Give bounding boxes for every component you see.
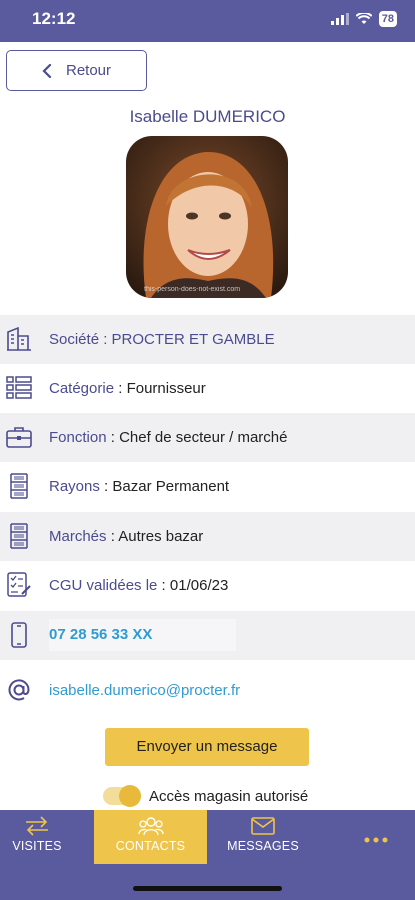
- email-row: isabelle.dumerico@procter.fr: [0, 666, 415, 715]
- phone-link[interactable]: 07 28 56 33 XX: [49, 619, 237, 651]
- shelf-icon: [10, 523, 28, 549]
- checklist-icon: [7, 572, 31, 597]
- envelope-icon: [251, 817, 275, 835]
- swap-arrows-icon: [26, 816, 48, 836]
- status-time: 12:12: [32, 9, 76, 28]
- phone-icon: [11, 622, 27, 648]
- building-icon: [7, 326, 31, 351]
- cgu-row: CGU validées le : 01/06/23: [0, 561, 415, 610]
- function-row: Fonction : Chef de secteur / marché: [0, 413, 415, 462]
- company-row: Société : PROCTER ET GAMBLE: [0, 315, 415, 364]
- phone-row: 07 28 56 33 XX: [0, 611, 415, 660]
- markets-value: Autres bazar: [118, 528, 204, 545]
- cgu-label: CGU validées le: [49, 577, 158, 594]
- markets-label: Marchés: [49, 528, 107, 545]
- shelf-icon: [10, 473, 28, 499]
- status-icons: 78: [330, 11, 397, 27]
- category-value: Fournisseur: [126, 380, 206, 397]
- company-value: PROCTER ET GAMBLE: [111, 331, 275, 348]
- tab-messages[interactable]: MESSAGES: [220, 810, 306, 864]
- battery-icon: 78: [378, 11, 397, 27]
- contact-name: Isabelle DUMERICO: [129, 107, 286, 126]
- photo-caption: this-person-does-not-exist.com: [144, 286, 241, 293]
- more-dots-icon: [364, 837, 388, 843]
- function-label: Fonction: [49, 429, 107, 446]
- chevron-left-icon: [42, 63, 52, 78]
- signal-icon: [330, 13, 349, 25]
- aisles-value: Bazar Permanent: [112, 478, 230, 495]
- briefcase-icon: [6, 427, 32, 448]
- people-icon: [137, 817, 164, 836]
- send-message-button[interactable]: Envoyer un message: [105, 728, 309, 766]
- tab-contacts[interactable]: CONTACTS: [94, 810, 207, 864]
- toggle-knob: [119, 785, 141, 807]
- company-label: Société :: [49, 331, 112, 348]
- tab-visites[interactable]: VISITES: [0, 810, 74, 864]
- list-icon: [6, 376, 32, 399]
- markets-row: Marchés : Autres bazar: [0, 512, 415, 561]
- avatar: this-person-does-not-exist.com: [126, 136, 288, 298]
- aisles-label: Rayons: [49, 478, 100, 495]
- tab-more[interactable]: [350, 810, 402, 864]
- aisles-row: Rayons : Bazar Permanent: [0, 462, 415, 511]
- store-access-label: Accès magasin autorisé: [149, 787, 309, 805]
- function-value: Chef de secteur / marché: [119, 429, 288, 446]
- cgu-value: 01/06/23: [169, 577, 229, 594]
- at-sign-icon: [8, 679, 30, 701]
- email-link[interactable]: isabelle.dumerico@procter.fr: [49, 666, 240, 715]
- status-bar: 12:12 78: [0, 0, 415, 42]
- store-access-row: Accès magasin autorisé: [103, 784, 308, 808]
- category-label: Catégorie: [49, 380, 115, 397]
- store-access-toggle[interactable]: [103, 785, 141, 807]
- category-row: Catégorie : Fournisseur: [0, 364, 415, 413]
- back-label: Retour: [65, 62, 112, 79]
- wifi-icon: [355, 13, 372, 24]
- back-button[interactable]: Retour: [6, 50, 147, 91]
- home-indicator: [133, 886, 282, 891]
